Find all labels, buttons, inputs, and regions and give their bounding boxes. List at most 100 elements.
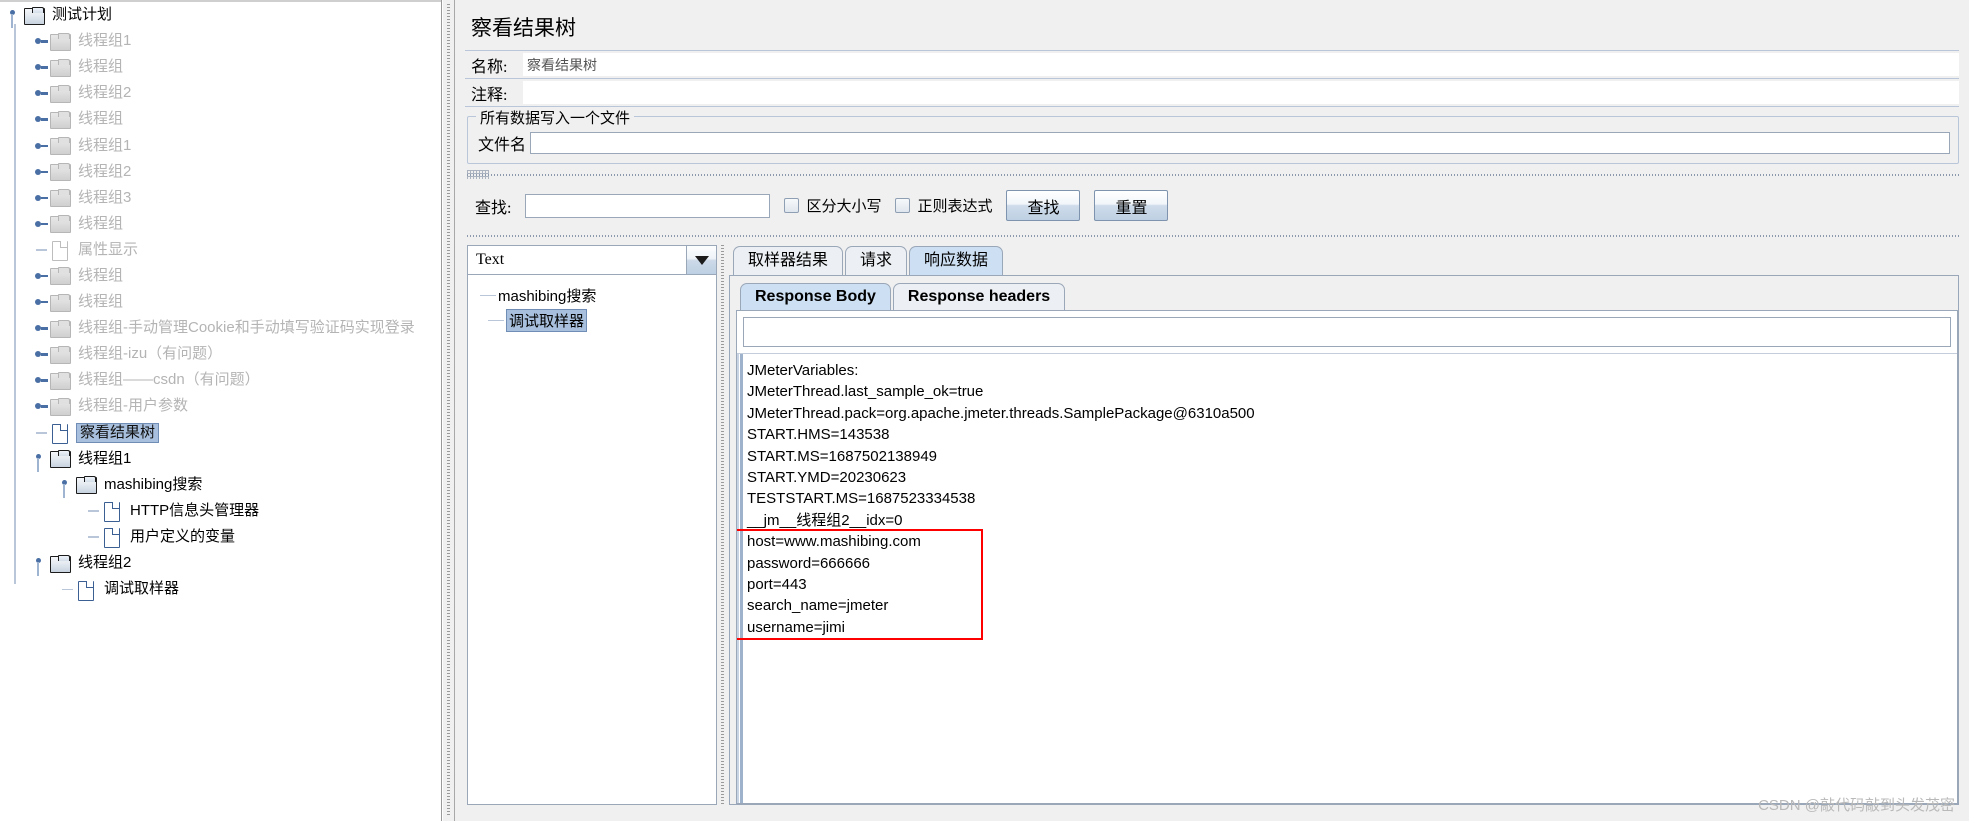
tree-connector-line <box>14 24 16 585</box>
tree-expand-handle-icon[interactable] <box>60 472 76 498</box>
tree-node[interactable]: 线程组 <box>0 106 441 132</box>
regex-label: 正则表达式 <box>917 199 993 215</box>
regex-checkbox[interactable]: 正则表达式 <box>895 195 992 216</box>
tree-node[interactable]: 线程组1 <box>0 132 441 158</box>
renderer-selected-value: Text <box>476 251 505 268</box>
section-divider-top[interactable] <box>467 170 1959 179</box>
tree-leaf-connector-icon <box>86 498 102 524</box>
document-icon <box>50 424 70 445</box>
response-body-line: search_name=jmeter <box>747 597 889 615</box>
tree-node-label: 线程组 <box>78 293 124 311</box>
tree-expand-handle-icon[interactable] <box>34 446 50 472</box>
document-icon <box>76 580 96 601</box>
result-tab[interactable]: 取样器结果 <box>733 246 844 275</box>
tree-expand-handle-icon[interactable] <box>34 550 50 577</box>
sample-result-tree[interactable]: mashibing搜索 调试取样器 <box>467 275 717 805</box>
tree-node-label: 线程组1 <box>78 449 132 467</box>
tree-node[interactable]: 线程组2 <box>0 159 441 185</box>
tree-node[interactable]: mashibing搜索 <box>0 472 441 498</box>
folder-icon <box>50 293 71 312</box>
tree-collapse-handle-icon[interactable] <box>34 133 50 159</box>
tree-node[interactable]: 线程组2 <box>0 80 441 106</box>
tree-collapse-handle-icon[interactable] <box>34 315 50 341</box>
tree-node[interactable]: 察看结果树 <box>0 420 441 446</box>
tree-collapse-handle-icon[interactable] <box>34 289 50 315</box>
folder-icon <box>50 58 71 77</box>
tree-node[interactable]: 线程组1 <box>0 446 441 472</box>
tree-leaf-connector-icon <box>488 319 504 322</box>
comment-input[interactable] <box>523 81 1959 104</box>
tree-node[interactable]: 线程组-手动管理Cookie和手动填写验证码实现登录 <box>0 315 441 341</box>
tree-node[interactable]: 线程组-izu（有问题） <box>0 341 441 367</box>
comment-row: 注释: <box>465 79 1959 107</box>
horizontal-splitter[interactable] <box>442 0 454 821</box>
tree-node-label: 线程组3 <box>78 188 132 206</box>
result-tree-node[interactable]: mashibing搜索 <box>474 283 716 308</box>
document-icon <box>102 502 122 523</box>
tree-node[interactable]: 线程组——csdn（有问题） <box>0 367 441 393</box>
tree-node[interactable]: 线程组3 <box>0 185 441 211</box>
tree-collapse-handle-icon[interactable] <box>34 185 50 211</box>
name-input[interactable] <box>523 53 1959 76</box>
tree-node[interactable]: 线程组 <box>0 263 441 289</box>
tree-collapse-handle-icon[interactable] <box>34 211 50 237</box>
tree-leaf-connector-icon <box>34 237 50 263</box>
test-plan-tree[interactable]: 测试计划 线程组1 线程组 线程组2 线程组 线程组1 线程组2 线程组3 线程组 属性显示 线程组… <box>0 0 441 602</box>
tree-node[interactable]: 属性显示 <box>0 237 441 263</box>
tree-collapse-handle-icon[interactable] <box>34 54 50 80</box>
result-tabbar[interactable]: 取样器结果 请求 响应数据 <box>729 245 1959 275</box>
response-body-line: __jm__线程组2__idx=0 <box>747 511 903 529</box>
search-input[interactable] <box>525 193 771 218</box>
tree-collapse-handle-icon[interactable] <box>34 393 50 419</box>
folder-icon <box>50 397 71 416</box>
tree-node-label: 线程组1 <box>78 32 132 50</box>
filename-input[interactable] <box>530 132 1950 154</box>
chevron-down-icon[interactable] <box>686 246 716 274</box>
response-body-text[interactable]: JMeterVariables: JMeterThread.last_sample… <box>737 353 1957 803</box>
result-tab[interactable]: 请求 <box>845 246 908 275</box>
tree-collapse-handle-icon[interactable] <box>34 341 50 367</box>
response-subtab[interactable]: Response headers <box>892 283 1066 310</box>
tree-leaf-connector-icon <box>86 524 102 550</box>
find-button[interactable]: 查找 <box>1006 190 1081 221</box>
test-plan-tree-panel[interactable]: 测试计划 线程组1 线程组 线程组2 线程组 线程组1 线程组2 线程组3 线程组 属性显示 线程组… <box>0 0 442 821</box>
tree-node[interactable]: 调试取样器 <box>0 576 441 602</box>
response-subtabbar[interactable]: Response Body Response headers <box>736 282 1958 310</box>
tree-node[interactable]: 线程组2 <box>0 550 441 577</box>
tree-collapse-handle-icon[interactable] <box>34 159 50 185</box>
tree-expand-handle-icon[interactable] <box>8 2 24 29</box>
tree-collapse-handle-icon[interactable] <box>34 80 50 106</box>
tree-node[interactable]: 线程组-用户参数 <box>0 393 441 419</box>
tree-collapse-handle-icon[interactable] <box>34 263 50 289</box>
watermark-text: CSDN @敲代码敲到头发茂密 <box>1758 797 1955 814</box>
reset-button[interactable]: 重置 <box>1094 190 1169 221</box>
tree-node[interactable]: 线程组 <box>0 289 441 315</box>
result-tree-node-label: 调试取样器 <box>506 309 588 332</box>
tree-node[interactable]: 线程组 <box>0 211 441 237</box>
tree-collapse-handle-icon[interactable] <box>34 106 50 132</box>
response-filter-input[interactable] <box>743 317 1951 347</box>
tree-collapse-handle-icon[interactable] <box>34 28 50 54</box>
renderer-combobox[interactable]: Text <box>467 245 717 275</box>
tree-node[interactable]: HTTP信息头管理器 <box>0 498 441 524</box>
section-divider-bottom[interactable] <box>467 233 1959 239</box>
case-sensitive-checkbox[interactable]: 区分大小写 <box>784 195 881 216</box>
tree-node-label: 线程组-手动管理Cookie和手动填写验证码实现登录 <box>78 319 415 337</box>
tree-node-label: 线程组2 <box>78 554 132 572</box>
tree-node-label: 线程组-izu（有问题） <box>78 345 223 363</box>
response-subtab[interactable]: Response Body <box>740 283 891 310</box>
tree-node[interactable]: 线程组 <box>0 54 441 80</box>
tree-node-label: 线程组 <box>78 110 124 128</box>
tree-node[interactable]: 用户定义的变量 <box>0 524 441 550</box>
result-tree-node[interactable]: 调试取样器 <box>474 308 716 333</box>
tree-leaf-connector-icon <box>60 576 76 602</box>
response-body-line: password=666666 <box>747 554 871 572</box>
tree-node[interactable]: 线程组1 <box>0 28 441 54</box>
tree-collapse-handle-icon[interactable] <box>34 367 50 393</box>
folder-icon <box>50 319 71 338</box>
response-body-line: username=jimi <box>747 618 845 636</box>
tree-node[interactable]: 测试计划 <box>0 2 441 29</box>
results-splitter[interactable] <box>717 245 729 805</box>
result-tab[interactable]: 响应数据 <box>909 246 1004 275</box>
document-icon <box>102 528 122 549</box>
